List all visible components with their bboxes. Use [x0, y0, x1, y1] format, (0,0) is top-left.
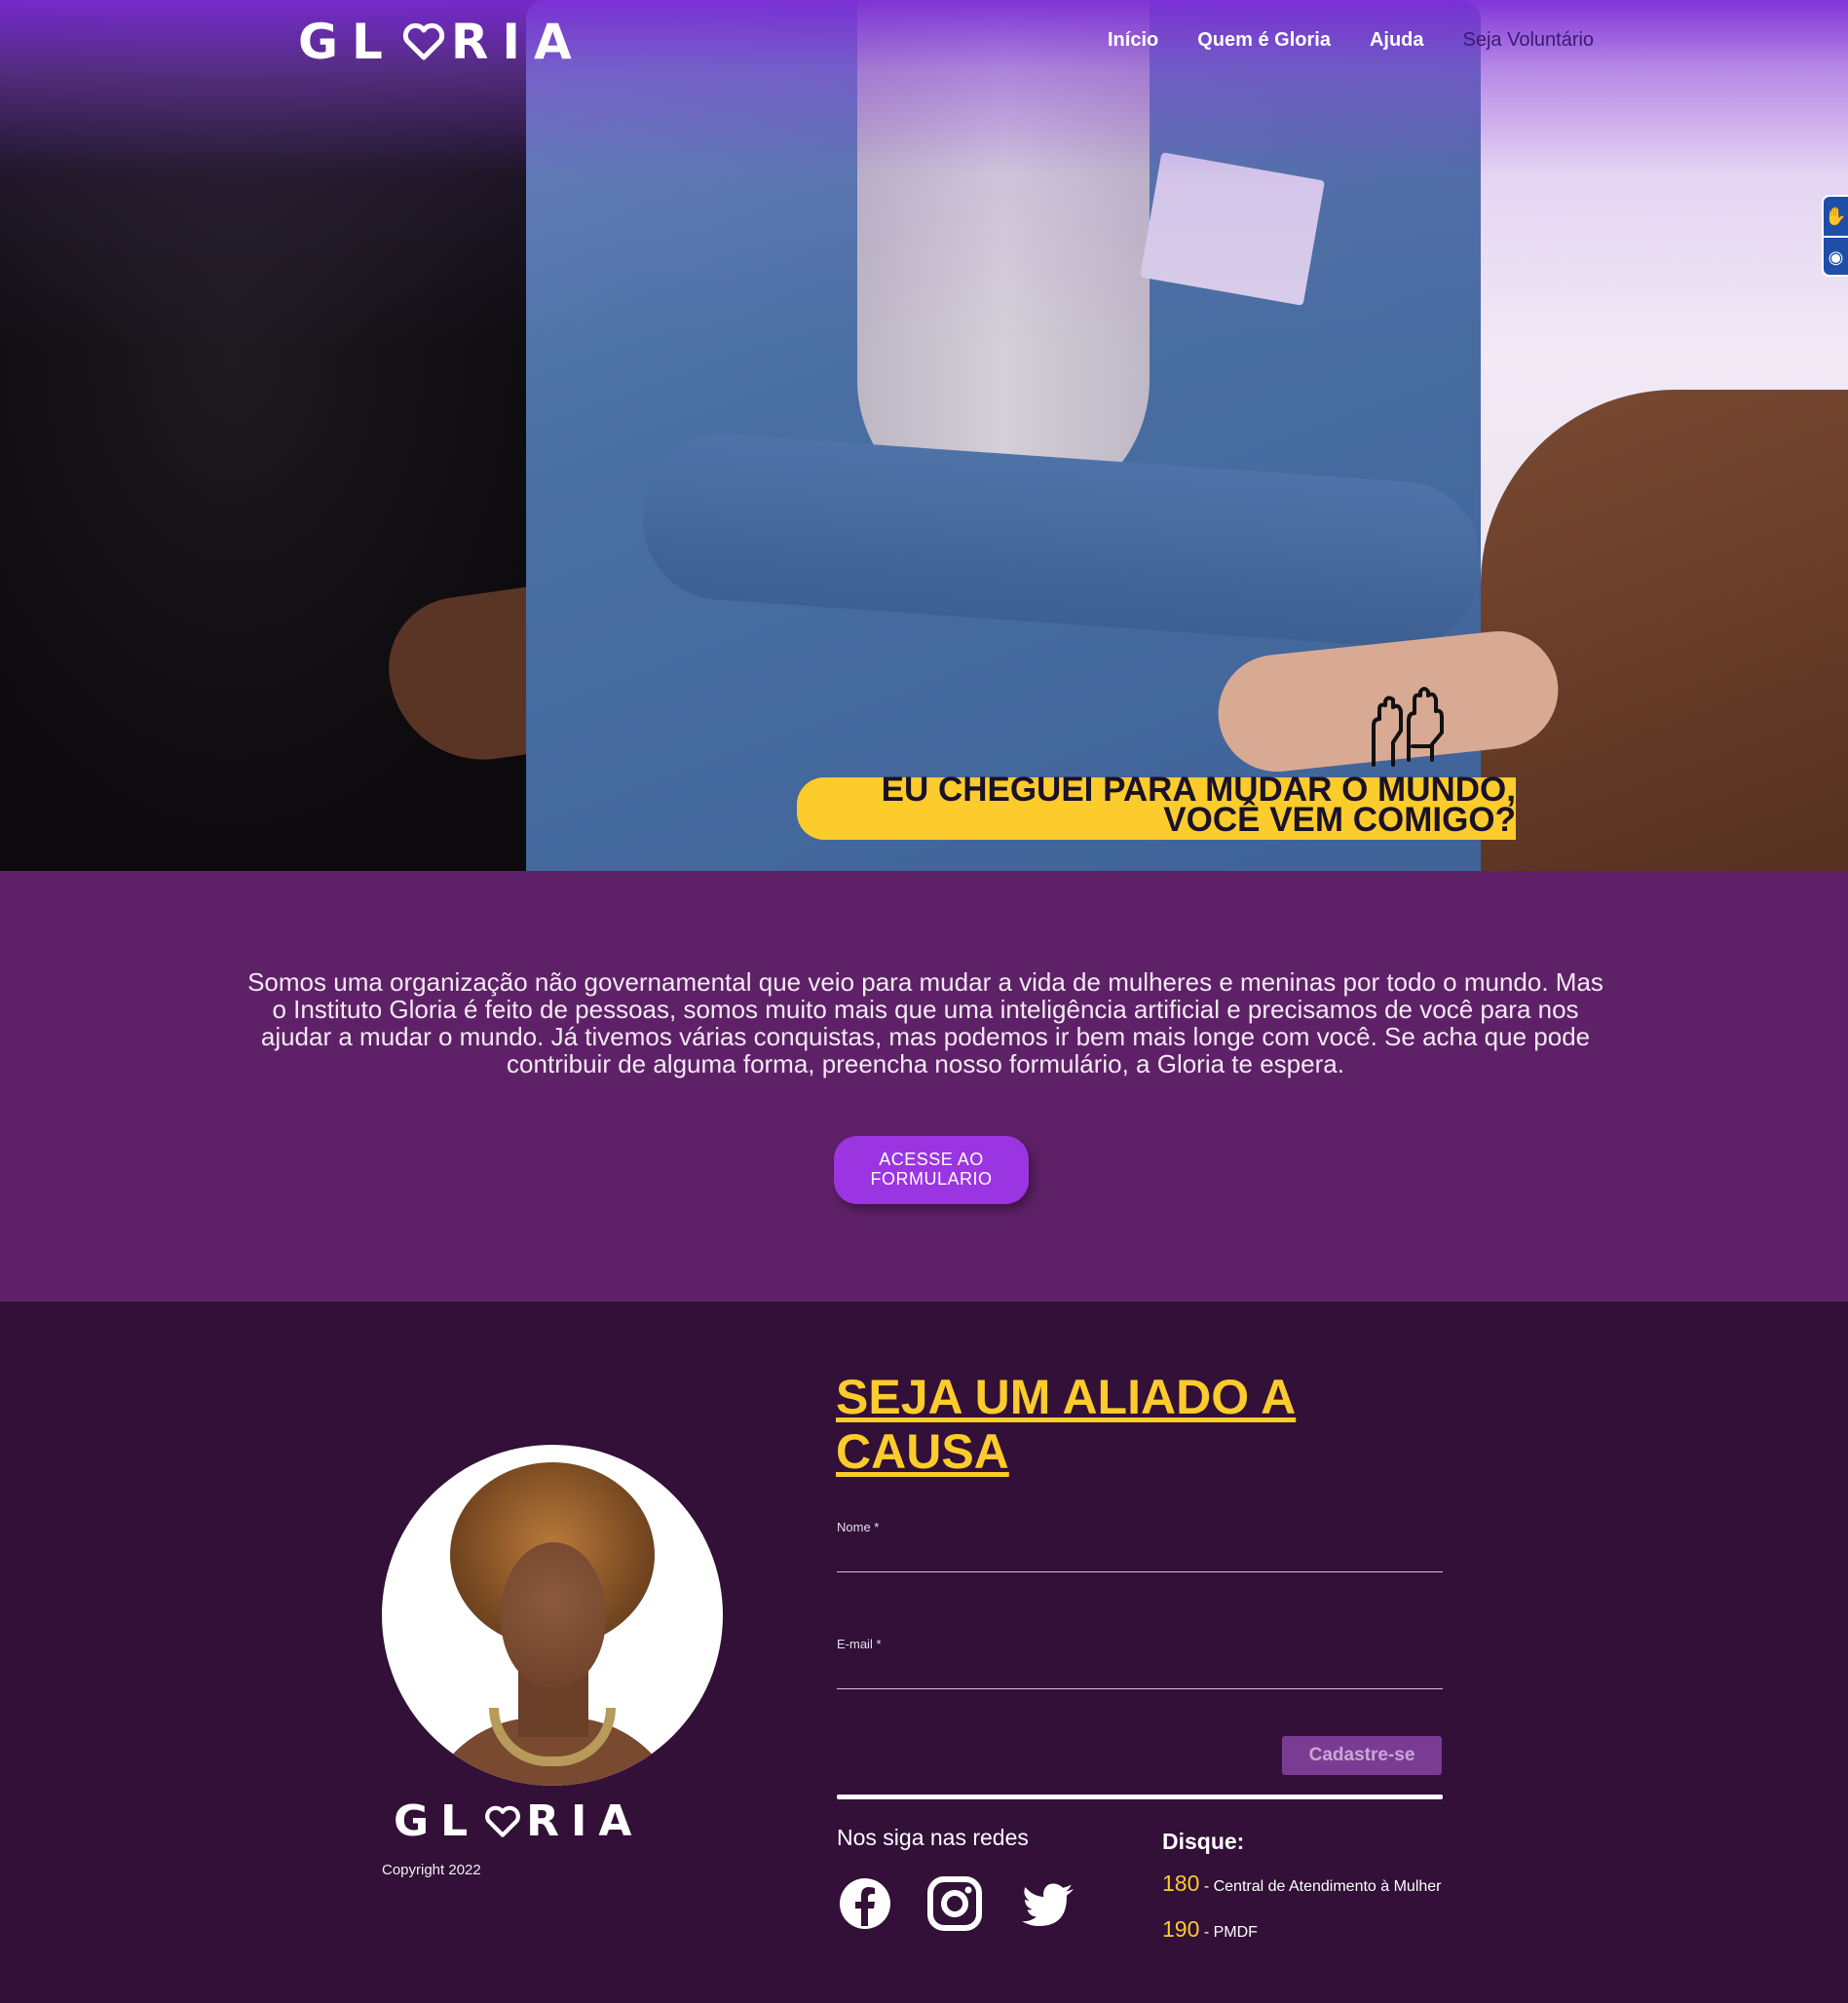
sign-language-icon[interactable]: ✋ — [1824, 197, 1848, 236]
nav-item-quem-e-gloria[interactable]: Quem é Gloria — [1197, 29, 1331, 52]
footer-logo: GL RIA — [394, 1796, 643, 1846]
eye-icon[interactable]: ◉ — [1824, 236, 1848, 275]
hero-banner-text: EU CHEGUEI PARA MUDAR O MUNDO, VOCÊ VEM … — [809, 773, 1516, 839]
phone-line-190: 190 - PMDF — [1162, 1916, 1258, 1943]
phone-line-180: 180 - Central de Atendimento à Mulher — [1162, 1871, 1442, 1897]
heart-icon — [485, 1805, 521, 1837]
hero-section — [0, 0, 1848, 871]
phone-number[interactable]: 190 — [1162, 1916, 1199, 1942]
name-field[interactable] — [837, 1571, 1443, 1572]
instagram-icon[interactable] — [926, 1875, 983, 1932]
main-nav: Início Quem é Gloria Ajuda Seja Voluntár… — [1108, 29, 1594, 52]
facebook-icon[interactable] — [837, 1875, 893, 1932]
email-field[interactable] — [837, 1688, 1443, 1689]
phone-description: - Central de Atendimento à Mulher — [1199, 1878, 1442, 1895]
footer-logo-text-right: RIA — [526, 1796, 644, 1846]
signup-submit-button[interactable]: Cadastre-se — [1282, 1736, 1442, 1775]
mission-section: Somos uma organização não governamental … — [0, 871, 1848, 1302]
copyright-text: Copyright 2022 — [382, 1862, 481, 1878]
nav-item-ajuda[interactable]: Ajuda — [1370, 29, 1424, 52]
site-logo[interactable]: GL RIA — [298, 14, 585, 70]
logo-text-left: GL — [298, 14, 396, 70]
gloria-avatar — [382, 1445, 723, 1786]
phone-description: - PMDF — [1199, 1924, 1258, 1941]
email-label: E-mail * — [837, 1637, 882, 1651]
logo-text-right: RIA — [450, 14, 585, 70]
hero-gradient-overlay — [0, 0, 1848, 871]
twitter-icon[interactable] — [1021, 1875, 1077, 1932]
mission-text: Somos uma organização não governamental … — [247, 967, 1603, 1078]
footer-divider — [837, 1795, 1443, 1799]
heart-icon — [402, 22, 445, 60]
signup-title: SEJA UM ALIADO A CAUSA — [836, 1370, 1297, 1479]
phone-number[interactable]: 180 — [1162, 1871, 1199, 1896]
nav-item-seja-voluntario[interactable]: Seja Voluntário — [1463, 29, 1595, 52]
accessibility-widget: ✋ ◉ — [1822, 195, 1848, 277]
raised-hands-icon — [1372, 687, 1444, 767]
social-title: Nos siga nas redes — [837, 1825, 1029, 1850]
nav-item-inicio[interactable]: Início — [1108, 29, 1158, 52]
cta-line-2: FORMULARIO — [870, 1169, 993, 1189]
footer-logo-text-left: GL — [394, 1796, 480, 1846]
name-label: Nome * — [837, 1520, 880, 1534]
disque-title: Disque: — [1162, 1829, 1245, 1854]
access-form-button[interactable]: ACESSE AO FORMULARIO — [834, 1136, 1029, 1204]
hero-banner-line-2: VOCÊ VEM COMIGO? — [1163, 801, 1516, 839]
cta-line-1: ACESSE AO — [879, 1150, 984, 1169]
